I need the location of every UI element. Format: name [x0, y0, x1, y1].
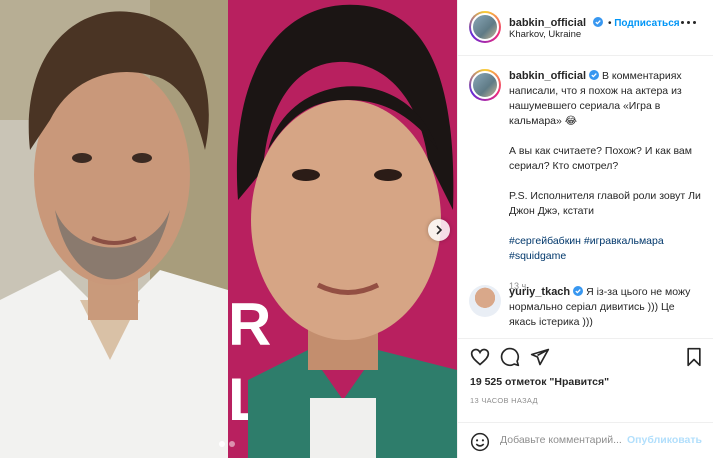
more-options-button[interactable]: [681, 18, 701, 26]
verified-icon: [573, 286, 584, 296]
publish-button[interactable]: Опубликовать: [627, 434, 702, 446]
caption-line-3: P.S. Исполнителя главой роли зовут Ли Дж…: [509, 190, 704, 217]
post-timestamp[interactable]: 13 ЧАСОВ НАЗАД: [470, 396, 538, 405]
heart-icon[interactable]: [470, 347, 490, 367]
carousel-dot: [219, 441, 225, 447]
comment-item: yuriy_tkach Я із-за цього не можу нормал…: [509, 285, 704, 330]
post-caption: babkin_official В комментариях написали,…: [509, 69, 704, 294]
post-header: babkin_official • Подписаться Kharkov, U…: [458, 0, 713, 56]
likes-count[interactable]: 19 525 отметок "Нравится": [470, 376, 609, 388]
post-location[interactable]: Kharkov, Ukraine: [509, 29, 581, 40]
photo-left-man: [0, 0, 228, 458]
post-panel: babkin_official • Подписаться Kharkov, U…: [457, 0, 713, 458]
verified-icon: [593, 17, 604, 27]
svg-text:R: R: [228, 291, 271, 358]
comment-icon[interactable]: [500, 347, 520, 367]
caption-avatar[interactable]: [469, 69, 501, 101]
add-comment-input[interactable]: [500, 434, 630, 446]
share-icon[interactable]: [530, 347, 550, 367]
hashtag-link[interactable]: #сергейбабкин: [509, 235, 581, 247]
emoji-icon[interactable]: [470, 432, 490, 452]
author-avatar[interactable]: [469, 11, 501, 43]
author-username[interactable]: babkin_official: [509, 17, 586, 29]
comments-section: babkin_official В комментариях написали,…: [458, 57, 713, 331]
commenter-username[interactable]: yuriy_tkach: [509, 286, 570, 298]
chevron-right-icon: [436, 225, 443, 235]
more-icon: [681, 20, 684, 24]
next-slide-button[interactable]: [428, 219, 450, 241]
carousel-dot: [229, 441, 235, 447]
caption-line-2: А вы как считаете? Похож? И как вам сери…: [509, 145, 695, 172]
follow-button[interactable]: Подписаться: [614, 18, 679, 29]
verified-icon: [589, 70, 600, 80]
hashtag-link[interactable]: #squidgame: [509, 250, 566, 262]
commenter-avatar[interactable]: [469, 285, 501, 317]
caption-username[interactable]: babkin_official: [509, 70, 586, 82]
add-comment-bar: Опубликовать: [458, 422, 713, 458]
action-bar: [458, 338, 713, 372]
photo-right-man: R L: [228, 0, 457, 458]
post-media[interactable]: R L: [0, 0, 457, 458]
carousel-dots: [219, 441, 235, 447]
bookmark-icon[interactable]: [684, 347, 704, 367]
hashtag-link[interactable]: #игравкальмара: [584, 235, 664, 247]
